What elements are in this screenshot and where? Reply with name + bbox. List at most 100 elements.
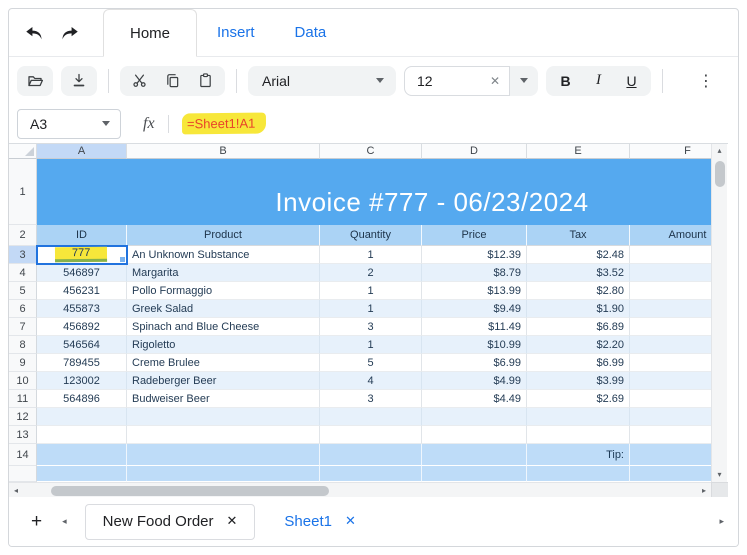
cell-D9[interactable]: $6.99 [422, 354, 527, 372]
formula-input[interactable]: =Sheet1!A1 [181, 112, 730, 135]
cut-button[interactable] [123, 66, 156, 96]
cell-A7[interactable]: 456892 [37, 318, 127, 336]
row-header-partial[interactable] [9, 466, 37, 482]
cell-C14[interactable] [320, 444, 422, 466]
undo-button[interactable] [25, 26, 43, 40]
cell-C12[interactable] [320, 408, 422, 426]
cell-C7[interactable]: 3 [320, 318, 422, 336]
header-cell-tax[interactable]: Tax [527, 225, 630, 246]
select-all-corner[interactable] [9, 144, 37, 159]
cell-C6[interactable]: 1 [320, 300, 422, 318]
column-header-F[interactable]: F [630, 144, 711, 159]
cell-partial-D[interactable] [422, 466, 527, 482]
header-cell-quantity[interactable]: Quantity [320, 225, 422, 246]
row-header-5[interactable]: 5 [9, 282, 37, 300]
cell-F14[interactable] [630, 444, 711, 466]
cell-F13[interactable] [630, 426, 711, 444]
column-header-D[interactable]: D [422, 144, 527, 159]
clear-icon[interactable]: ✕ [490, 74, 500, 88]
cell-A14[interactable] [37, 444, 127, 466]
font-size-dropdown-button[interactable] [510, 78, 538, 83]
cell-partial-C[interactable] [320, 466, 422, 482]
column-header-C[interactable]: C [320, 144, 422, 159]
scroll-right-icon[interactable]: ▸ [697, 484, 711, 498]
cell-F9[interactable] [630, 354, 711, 372]
sheet-tab-new-food-order[interactable]: New Food Order ✕ [84, 503, 256, 540]
cell-A8[interactable]: 546564 [37, 336, 127, 354]
cell-E5[interactable]: $2.80 [527, 282, 630, 300]
cell-A3[interactable]: 777 [36, 245, 128, 265]
cell-A12[interactable] [37, 408, 127, 426]
row-header-4[interactable]: 4 [9, 264, 37, 282]
row-header-7[interactable]: 7 [9, 318, 37, 336]
cell-partial-E[interactable] [527, 466, 630, 482]
cell-D11[interactable]: $4.49 [422, 390, 527, 408]
cell-E7[interactable]: $6.89 [527, 318, 630, 336]
tab-home[interactable]: Home [103, 9, 198, 57]
row-header-1[interactable]: 1 [9, 159, 37, 225]
cell-C11[interactable]: 3 [320, 390, 422, 408]
cell-F8[interactable] [630, 336, 711, 354]
row-header-11[interactable]: 11 [9, 390, 37, 408]
cell-partial-F[interactable] [630, 466, 711, 482]
cell-E10[interactable]: $3.99 [527, 372, 630, 390]
column-header-B[interactable]: B [127, 144, 320, 159]
cell-C13[interactable] [320, 426, 422, 444]
copy-button[interactable] [156, 66, 189, 96]
cell-C10[interactable]: 4 [320, 372, 422, 390]
header-cell-price[interactable]: Price [422, 225, 527, 246]
close-icon[interactable]: ✕ [227, 514, 238, 529]
import-button[interactable] [61, 65, 97, 96]
cell-B11[interactable]: Budweiser Beer [127, 390, 320, 408]
italic-button[interactable]: I [582, 66, 615, 96]
cell-F3[interactable] [630, 246, 711, 264]
cell-A4[interactable]: 546897 [37, 264, 127, 282]
scroll-down-icon[interactable]: ▾ [712, 468, 727, 482]
cell-E8[interactable]: $2.20 [527, 336, 630, 354]
cell-F5[interactable] [630, 282, 711, 300]
scroll-left-icon[interactable]: ◂ [9, 484, 23, 498]
tab-data[interactable]: Data [275, 9, 347, 56]
cell-A10[interactable]: 123002 [37, 372, 127, 390]
cell-B12[interactable] [127, 408, 320, 426]
cell-D8[interactable]: $10.99 [422, 336, 527, 354]
cell-C4[interactable]: 2 [320, 264, 422, 282]
row-header-6[interactable]: 6 [9, 300, 37, 318]
sheet-tab-sheet1[interactable]: Sheet1 ✕ [267, 504, 372, 540]
cell-A6[interactable]: 455873 [37, 300, 127, 318]
column-header-E[interactable]: E [527, 144, 630, 159]
cell-B14[interactable] [127, 444, 320, 466]
cell-B3[interactable]: An Unknown Substance [127, 246, 320, 264]
redo-button[interactable] [61, 26, 79, 40]
overflow-menu-button[interactable]: ⋮ [698, 71, 714, 90]
sheet-nav-left-icon[interactable]: ◂ [62, 517, 67, 527]
underline-button[interactable]: U [615, 66, 648, 96]
cell-A5[interactable]: 456231 [37, 282, 127, 300]
cell-C8[interactable]: 1 [320, 336, 422, 354]
row-header-8[interactable]: 8 [9, 336, 37, 354]
name-box[interactable]: A3 [17, 108, 121, 139]
cell-C3[interactable]: 1 [320, 246, 422, 264]
cell-B9[interactable]: Creme Brulee [127, 354, 320, 372]
cell-B13[interactable] [127, 426, 320, 444]
cell-B10[interactable]: Radeberger Beer [127, 372, 320, 390]
cell-D6[interactable]: $9.49 [422, 300, 527, 318]
open-file-button[interactable] [17, 65, 53, 96]
cell-C5[interactable]: 1 [320, 282, 422, 300]
invoice-banner-cell[interactable]: Invoice #777 - 06/23/2024 [37, 159, 711, 225]
header-cell-product[interactable]: Product [127, 225, 320, 246]
vertical-scrollbar[interactable]: ▴ ▾ [711, 144, 727, 482]
row-header-13[interactable]: 13 [9, 426, 37, 444]
horizontal-scrollbar[interactable]: ◂ ▸ [9, 482, 711, 498]
scroll-up-icon[interactable]: ▴ [712, 144, 727, 158]
close-icon[interactable]: ✕ [345, 514, 356, 529]
cell-C9[interactable]: 5 [320, 354, 422, 372]
cell-B8[interactable]: Rigoletto [127, 336, 320, 354]
horizontal-scroll-thumb[interactable] [51, 485, 329, 496]
cell-E4[interactable]: $3.52 [527, 264, 630, 282]
vertical-scroll-thumb[interactable] [714, 161, 725, 187]
column-header-A[interactable]: A [37, 144, 127, 159]
cell-E12[interactable] [527, 408, 630, 426]
cell-E14[interactable]: Tip: [527, 444, 630, 466]
cell-A11[interactable]: 564896 [37, 390, 127, 408]
